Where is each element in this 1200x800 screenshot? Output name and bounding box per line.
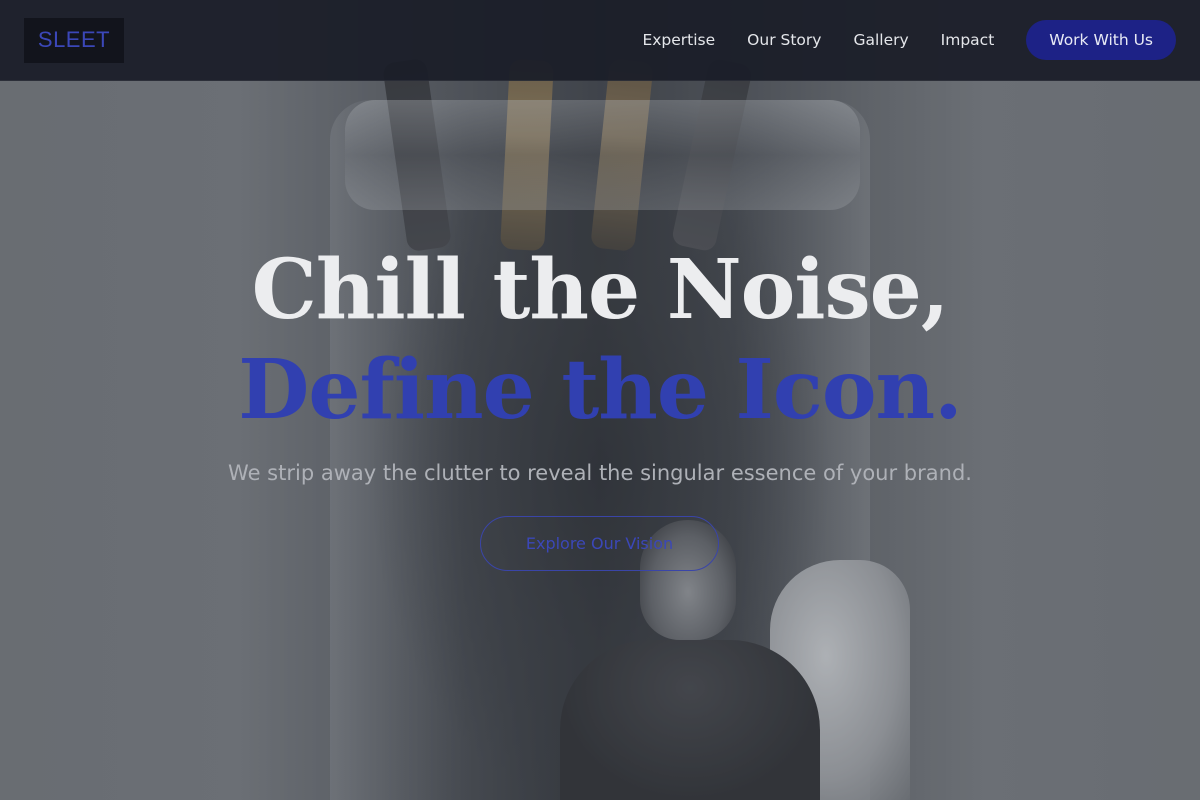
nav-link-gallery[interactable]: Gallery	[853, 31, 908, 49]
nav-links: Expertise Our Story Gallery Impact Work …	[642, 20, 1176, 60]
hero-section: Chill the Noise, Define the Icon. We str…	[0, 81, 1200, 800]
hero-headline-line2: Define the Icon.	[238, 342, 962, 438]
explore-vision-button[interactable]: Explore Our Vision	[480, 516, 719, 571]
brand-logo[interactable]: SLEET	[24, 17, 124, 63]
nav-link-our-story[interactable]: Our Story	[747, 31, 821, 49]
nav-link-impact[interactable]: Impact	[941, 31, 995, 49]
nav-link-expertise[interactable]: Expertise	[642, 31, 715, 49]
hero-subtitle: We strip away the clutter to reveal the …	[228, 461, 972, 485]
work-with-us-button[interactable]: Work With Us	[1026, 20, 1176, 60]
top-navbar: SLEET Expertise Our Story Gallery Impact…	[0, 0, 1200, 81]
hero-headline-line1: Chill the Noise,	[251, 242, 950, 338]
